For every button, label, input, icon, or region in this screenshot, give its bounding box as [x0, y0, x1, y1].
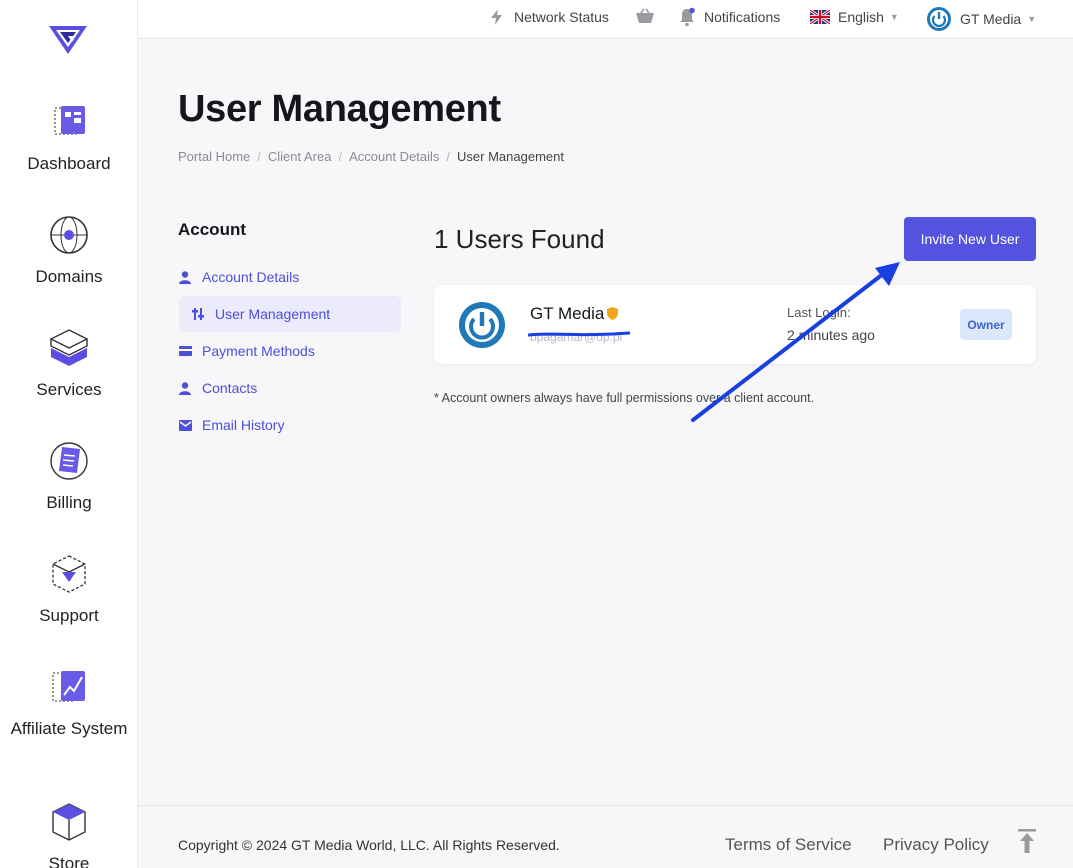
breadcrumb-portal-home[interactable]: Portal Home	[178, 149, 250, 164]
breadcrumb: Portal Home / Client Area / Account Deta…	[178, 149, 564, 164]
sidebar-item-label: Services	[36, 380, 102, 399]
sliders-icon	[191, 307, 205, 321]
sidebar-item-label: Support	[39, 606, 99, 625]
billing-icon	[50, 442, 88, 480]
last-login-value: 2 minutes ago	[787, 327, 875, 343]
sidebar-item-affiliate-system[interactable]: Affiliate System	[0, 665, 138, 741]
power-avatar-icon	[927, 7, 951, 31]
stack-icon	[49, 329, 89, 366]
gt-logo-icon[interactable]	[46, 22, 90, 58]
lightning-icon	[491, 9, 502, 25]
terms-of-service-link[interactable]: Terms of Service	[725, 835, 852, 855]
language-label: English	[838, 9, 884, 25]
globe-icon	[50, 216, 88, 254]
store-cube-icon	[52, 803, 86, 841]
account-menu-account-details[interactable]: Account Details	[178, 259, 401, 295]
notifications-link[interactable]: Notifications	[678, 0, 780, 34]
users-found-count: 1 Users Found	[434, 224, 605, 254]
account-menu: Account Details User Management Payment …	[178, 259, 401, 444]
sidebar-item-services[interactable]: Services	[0, 326, 138, 402]
account-name: GT Media	[960, 11, 1022, 27]
breadcrumb-account-details[interactable]: Account Details	[349, 149, 439, 164]
sidebar-item-billing[interactable]: Billing	[0, 439, 138, 515]
user-name: GT Media	[530, 304, 605, 323]
copyright-text: Copyright © 2024 GT Media World, LLC. Al…	[178, 837, 560, 853]
account-dropdown[interactable]: GT Media ▼	[926, 2, 1036, 36]
envelope-icon	[178, 418, 192, 432]
sidebar-item-label: Store	[48, 854, 90, 868]
chevron-down-icon: ▼	[889, 12, 899, 22]
breadcrumb-separator: /	[338, 149, 343, 164]
breadcrumb-client-area[interactable]: Client Area	[268, 149, 332, 164]
sidebar-item-label: Affiliate System	[10, 719, 128, 738]
bell-icon	[680, 7, 695, 27]
redaction-scribble	[528, 331, 630, 337]
account-menu-contacts[interactable]: Contacts	[178, 370, 401, 406]
account-menu-heading: Account	[178, 220, 246, 239]
scroll-to-top-icon[interactable]	[1016, 828, 1038, 854]
annotation-arrow	[691, 262, 900, 422]
sidebar: Dashboard Domains Services Billing Suppo…	[0, 0, 138, 868]
network-status-label: Network Status	[514, 9, 609, 25]
account-menu-label: Email History	[202, 417, 285, 433]
power-avatar-icon	[459, 302, 505, 348]
support-box-icon	[52, 555, 86, 593]
sidebar-item-store[interactable]: Store	[0, 800, 138, 868]
account-menu-label: User Management	[215, 306, 331, 322]
user-icon	[178, 381, 192, 395]
sidebar-item-domains[interactable]: Domains	[0, 213, 138, 289]
account-menu-email-history[interactable]: Email History	[178, 407, 401, 443]
shield-icon	[607, 307, 618, 320]
last-login-label: Last Login:	[787, 305, 851, 320]
user-card[interactable]: GT Media bpagamar@op.pl Last Login: 2 mi…	[434, 285, 1036, 364]
sidebar-item-label: Dashboard	[27, 154, 111, 173]
sidebar-item-label: Domains	[35, 267, 103, 286]
cart-button[interactable]	[635, 0, 663, 34]
sidebar-item-label: Billing	[46, 493, 92, 512]
account-menu-label: Account Details	[202, 269, 300, 285]
footer: Copyright © 2024 GT Media World, LLC. Al…	[138, 805, 1073, 868]
breadcrumb-current: User Management	[457, 149, 564, 164]
chevron-down-icon: ▼	[1027, 14, 1037, 24]
dashboard-icon	[54, 106, 85, 135]
network-status-link[interactable]: Network Status	[488, 0, 609, 34]
account-menu-label: Payment Methods	[202, 343, 315, 359]
invite-new-user-button[interactable]: Invite New User	[904, 217, 1036, 261]
account-menu-payment-methods[interactable]: Payment Methods	[178, 333, 401, 369]
page-title: User Management	[178, 88, 501, 130]
account-menu-user-management[interactable]: User Management	[179, 296, 401, 332]
owner-badge: Owner	[960, 309, 1012, 340]
privacy-policy-link[interactable]: Privacy Policy	[883, 835, 989, 855]
uk-flag-icon	[810, 10, 830, 24]
top-bar: Network Status Notifications English ▼ G…	[138, 0, 1073, 39]
credit-card-icon	[178, 344, 192, 358]
account-menu-label: Contacts	[202, 380, 258, 396]
basket-icon	[636, 8, 654, 23]
notifications-label: Notifications	[704, 9, 781, 25]
user-icon	[178, 270, 192, 284]
sidebar-item-support[interactable]: Support	[0, 552, 138, 628]
owners-note: * Account owners always have full permis…	[434, 391, 815, 405]
breadcrumb-separator: /	[257, 149, 261, 164]
sidebar-item-dashboard[interactable]: Dashboard	[0, 100, 138, 176]
breadcrumb-separator: /	[446, 149, 451, 164]
affiliate-chart-icon	[52, 671, 85, 702]
language-dropdown[interactable]: English ▼	[810, 0, 899, 34]
